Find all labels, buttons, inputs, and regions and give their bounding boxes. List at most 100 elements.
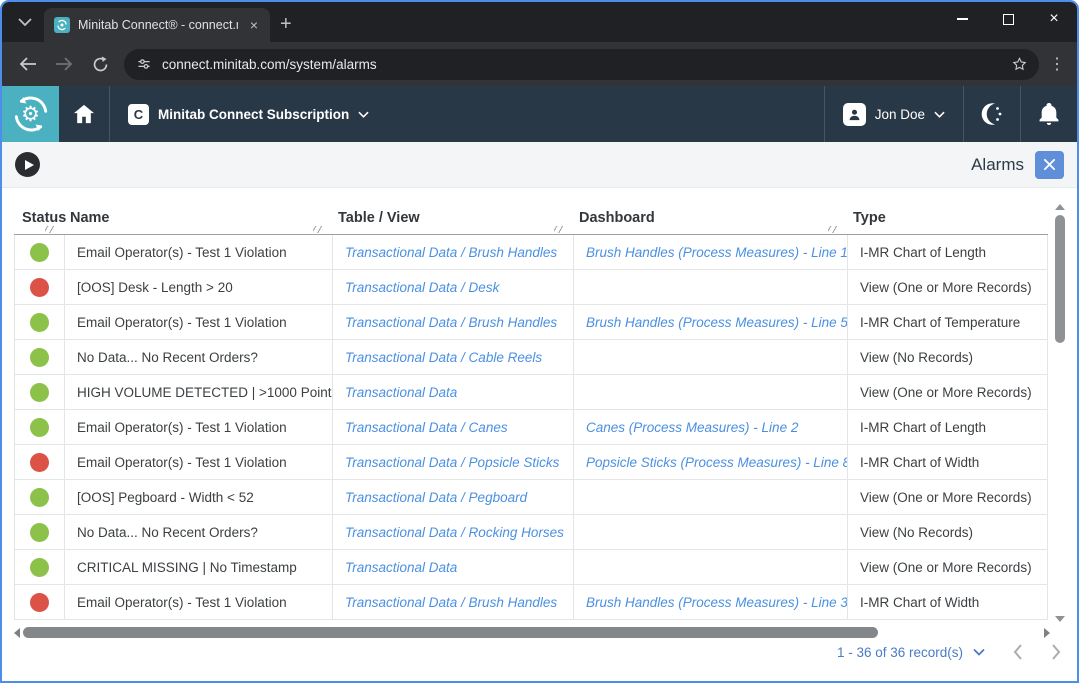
table-row[interactable]: Email Operator(s) - Test 1 Violation Tra…: [15, 445, 1047, 480]
vertical-scroll-thumb[interactable]: [1055, 215, 1065, 343]
chevron-down-icon: [358, 111, 369, 118]
reload-button[interactable]: [84, 48, 116, 80]
maximize-button[interactable]: [985, 2, 1031, 36]
tab-search-button[interactable]: [10, 7, 40, 37]
table-view-link[interactable]: Transactional Data / Popsicle Sticks: [333, 445, 574, 479]
horizontal-scrollbar[interactable]: [14, 626, 1050, 639]
vertical-scrollbar[interactable]: [1054, 202, 1066, 624]
night-mode-button[interactable]: [964, 86, 1020, 142]
panel-toolbar: Alarms: [2, 142, 1077, 188]
subscription-selector[interactable]: C Minitab Connect Subscription: [110, 86, 387, 142]
table-row[interactable]: Email Operator(s) - Test 1 Violation Tra…: [15, 410, 1047, 445]
table-view-link[interactable]: Transactional Data / Rocking Horses: [333, 515, 574, 549]
table-row[interactable]: Email Operator(s) - Test 1 Violation Tra…: [15, 585, 1047, 620]
site-settings-icon[interactable]: [136, 56, 152, 72]
browser-menu-icon[interactable]: ⋮: [1045, 54, 1069, 74]
dashboard-link[interactable]: [574, 340, 848, 374]
dashboard-link[interactable]: Brush Handles (Process Measures) - Line …: [574, 235, 848, 269]
table-row[interactable]: Email Operator(s) - Test 1 Violation Tra…: [15, 305, 1047, 340]
alarm-name: Email Operator(s) - Test 1 Violation: [65, 445, 333, 479]
status-cell: [15, 305, 65, 339]
alarm-type: View (One or More Records): [848, 270, 1047, 304]
alarm-type: View (One or More Records): [848, 480, 1047, 514]
column-resize-handle[interactable]: [828, 226, 837, 233]
column-header-type[interactable]: Type: [847, 202, 1048, 234]
alarm-name: Email Operator(s) - Test 1 Violation: [65, 410, 333, 444]
forward-button[interactable]: [48, 48, 80, 80]
dashboard-link[interactable]: [574, 270, 848, 304]
alarm-type: I-MR Chart of Width: [848, 445, 1047, 479]
table-row[interactable]: [OOS] Desk - Length > 20 Transactional D…: [15, 270, 1047, 305]
alarm-name: No Data... No Recent Orders?: [65, 515, 333, 549]
next-page-icon[interactable]: [1051, 644, 1061, 660]
new-tab-button[interactable]: +: [280, 14, 292, 34]
user-name: Jon Doe: [875, 107, 925, 122]
scroll-down-icon[interactable]: [1055, 616, 1065, 622]
column-header-status[interactable]: Status: [14, 202, 64, 234]
run-button[interactable]: [15, 152, 40, 177]
address-bar[interactable]: connect.minitab.com/system/alarms: [124, 49, 1039, 80]
table-row[interactable]: No Data... No Recent Orders? Transaction…: [15, 515, 1047, 550]
user-menu[interactable]: Jon Doe: [825, 86, 963, 142]
column-header-dashboard[interactable]: Dashboard: [573, 202, 847, 234]
home-button[interactable]: [59, 86, 109, 142]
close-panel-button[interactable]: [1035, 151, 1064, 179]
table-view-link[interactable]: Transactional Data / Brush Handles: [333, 235, 574, 269]
column-resize-handle[interactable]: [313, 226, 322, 233]
dashboard-link[interactable]: Popsicle Sticks (Process Measures) - Lin…: [574, 445, 848, 479]
table-view-link[interactable]: Transactional Data: [333, 550, 574, 584]
table-row[interactable]: Email Operator(s) - Test 1 Violation Tra…: [15, 235, 1047, 270]
table-row[interactable]: HIGH VOLUME DETECTED | >1000 Points Tran…: [15, 375, 1047, 410]
column-resize-handle[interactable]: [554, 226, 563, 233]
person-icon: [847, 107, 862, 122]
dashboard-link[interactable]: [574, 480, 848, 514]
table-view-link[interactable]: Transactional Data / Brush Handles: [333, 305, 574, 339]
bookmark-star-icon[interactable]: [1010, 55, 1029, 73]
alarm-type: I-MR Chart of Temperature: [848, 305, 1047, 339]
alarms-table: Status Name Table / View Dashboard Type …: [14, 202, 1048, 620]
record-count-label[interactable]: 1 - 36 of 36 record(s): [837, 645, 963, 660]
horizontal-scroll-thumb[interactable]: [23, 627, 878, 638]
table-view-link[interactable]: Transactional Data / Pegboard: [333, 480, 574, 514]
alarm-type: I-MR Chart of Length: [848, 410, 1047, 444]
status-cell: [15, 340, 65, 374]
dashboard-link[interactable]: Brush Handles (Process Measures) - Line …: [574, 305, 848, 339]
dashboard-link[interactable]: [574, 550, 848, 584]
scroll-left-icon[interactable]: [14, 628, 20, 638]
table-row[interactable]: CRITICAL MISSING | No Timestamp Transact…: [15, 550, 1047, 585]
browser-toolbar: connect.minitab.com/system/alarms ⋮: [2, 42, 1077, 86]
minitab-connect-logo[interactable]: ⚙: [2, 86, 59, 142]
url-text[interactable]: connect.minitab.com/system/alarms: [162, 57, 1000, 72]
table-view-link[interactable]: Transactional Data: [333, 375, 574, 409]
tab-close-icon[interactable]: ×: [246, 17, 262, 33]
org-badge: C: [128, 104, 149, 125]
dashboard-link[interactable]: Brush Handles (Process Measures) - Line …: [574, 585, 848, 619]
alarm-type: View (No Records): [848, 340, 1047, 374]
dashboard-link[interactable]: [574, 375, 848, 409]
column-resize-handle[interactable]: [45, 226, 54, 233]
alarm-name: Email Operator(s) - Test 1 Violation: [65, 235, 333, 269]
previous-page-icon[interactable]: [1013, 644, 1023, 660]
column-header-table-view[interactable]: Table / View: [332, 202, 573, 234]
table-view-link[interactable]: Transactional Data / Cable Reels: [333, 340, 574, 374]
table-view-link[interactable]: Transactional Data / Brush Handles: [333, 585, 574, 619]
table-view-link[interactable]: Transactional Data / Desk: [333, 270, 574, 304]
scroll-right-icon[interactable]: [1044, 628, 1050, 638]
notifications-button[interactable]: [1021, 86, 1077, 142]
scroll-up-icon[interactable]: [1055, 204, 1065, 210]
close-window-button[interactable]: ×: [1031, 2, 1077, 36]
table-view-link[interactable]: Transactional Data / Canes: [333, 410, 574, 444]
page-size-chevron-icon[interactable]: [973, 648, 985, 656]
minitab-favicon-icon: [54, 17, 70, 33]
minimize-button[interactable]: [939, 2, 985, 36]
dashboard-link[interactable]: Canes (Process Measures) - Line 2: [574, 410, 848, 444]
table-row[interactable]: No Data... No Recent Orders? Transaction…: [15, 340, 1047, 375]
back-button[interactable]: [12, 48, 44, 80]
column-header-name[interactable]: Name: [64, 202, 332, 234]
browser-tab[interactable]: Minitab Connect® - connect.mi ×: [44, 8, 270, 42]
table-row[interactable]: [OOS] Pegboard - Width < 52 Transactiona…: [15, 480, 1047, 515]
alarm-type: View (One or More Records): [848, 375, 1047, 409]
alarm-name: [OOS] Pegboard - Width < 52: [65, 480, 333, 514]
alarm-name: HIGH VOLUME DETECTED | >1000 Points: [65, 375, 333, 409]
dashboard-link[interactable]: [574, 515, 848, 549]
